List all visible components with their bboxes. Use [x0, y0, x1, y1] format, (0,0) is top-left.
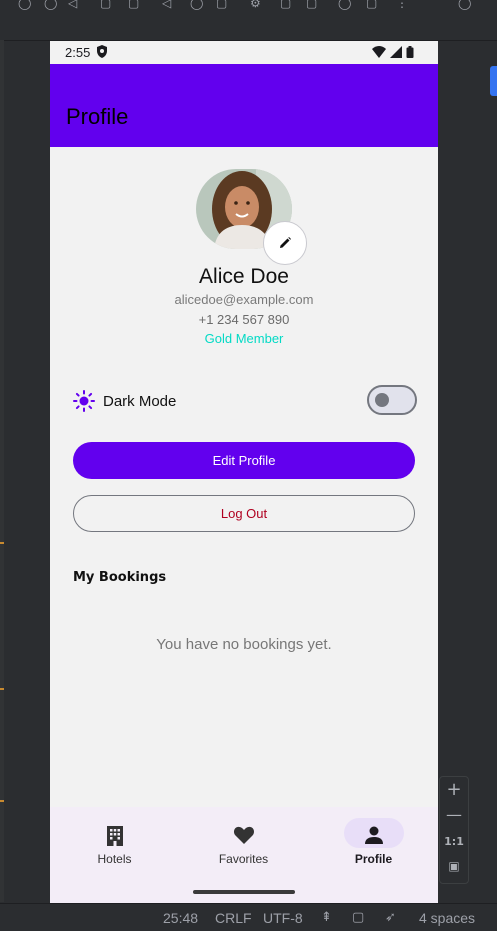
toolbar-icon[interactable]: ◯: [458, 0, 471, 10]
profile-phone: +1 234 567 890: [198, 312, 290, 327]
toolbar-icon[interactable]: ▢: [280, 0, 291, 10]
ide-status-bar: 25:48 CRLF UTF-8 ⇞ ▢ ➶ 4 spaces: [0, 903, 497, 931]
nav-label: Profile: [354, 852, 393, 866]
edit-profile-button[interactable]: Edit Profile: [73, 442, 415, 479]
signal-icon: [390, 46, 402, 58]
comment-icon[interactable]: ▢: [352, 910, 364, 925]
nav-label: Hotels: [97, 852, 132, 866]
toolbar-icon[interactable]: ▢: [306, 0, 317, 10]
gutter-marker: [0, 800, 4, 802]
edit-avatar-button[interactable]: [263, 221, 307, 265]
shield-icon: [97, 45, 107, 58]
system-status-bar: 2:55: [50, 41, 438, 64]
toolbar-icon[interactable]: ⋮: [396, 0, 408, 10]
wifi-icon: [372, 46, 386, 58]
nav-item-profile[interactable]: Profile: [309, 807, 438, 877]
toolbar-icon[interactable]: ◯: [190, 0, 203, 10]
toolbar-icon[interactable]: ◁: [162, 0, 171, 10]
dark-mode-label: Dark Mode: [103, 393, 177, 410]
toolbar-icon[interactable]: ▢: [366, 0, 377, 10]
file-encoding[interactable]: UTF-8: [263, 910, 303, 926]
side-panel-tab[interactable]: [490, 66, 497, 96]
pencil-icon: [280, 237, 291, 248]
profile-email: alicedoe@example.com: [174, 292, 314, 307]
phone-screen: 2:55 Profile Alice Doe alicedoe@example.…: [50, 41, 438, 903]
ide-toolbar: ◯ ◯ ◁ ▢ ▢ ◁ ◯ ▢ ⚙ ▢ ▢ ◯ ▢ ⋮ ◯: [0, 0, 497, 12]
nav-item-favorites[interactable]: Favorites: [179, 807, 308, 877]
cursor-position[interactable]: 25:48: [163, 910, 198, 926]
bookings-heading: My Bookings: [73, 570, 167, 585]
top-app-bar: Profile: [50, 64, 438, 147]
system-icons: [372, 46, 414, 58]
empty-bookings-text: You have no bookings yet.: [156, 636, 332, 653]
bottom-navigation: Hotels Favorites Profile: [50, 807, 438, 903]
gutter-marker: [0, 542, 4, 544]
nav-item-hotels[interactable]: Hotels: [50, 807, 179, 877]
sun-icon: [73, 390, 95, 412]
page-title: Profile: [66, 104, 129, 129]
zoom-in-icon[interactable]: +: [440, 779, 468, 800]
nav-label: Favorites: [218, 852, 269, 866]
toolbar-icon[interactable]: ◯: [44, 0, 57, 10]
hotel-icon: [106, 826, 123, 846]
rocket-icon[interactable]: ➶: [385, 910, 396, 925]
zoom-out-icon[interactable]: —: [440, 805, 468, 824]
toolbar-icon[interactable]: ◯: [338, 0, 351, 10]
battery-icon: [406, 46, 414, 58]
toolbar-icon[interactable]: ▢: [216, 0, 227, 10]
toolbar-icon[interactable]: ▢: [128, 0, 139, 10]
zoom-panel: + — 1:1 ▣: [439, 776, 469, 884]
person-icon: [364, 826, 383, 844]
zoom-ratio-button[interactable]: 1:1: [440, 835, 468, 848]
left-gutter: [0, 40, 4, 902]
log-out-button[interactable]: Log Out: [73, 495, 415, 532]
dark-mode-row: Dark Mode: [73, 385, 417, 415]
membership-badge: Gold Member: [204, 331, 284, 346]
toolbar-icon[interactable]: ⚙: [250, 0, 261, 10]
profile-name: Alice Doe: [199, 265, 289, 288]
toolbar-icon[interactable]: ◯: [18, 0, 31, 10]
toolbar-icon[interactable]: ▢: [100, 0, 111, 10]
indent-setting[interactable]: 4 spaces: [419, 910, 475, 926]
tree-icon[interactable]: ⇞: [321, 910, 332, 925]
gesture-handle[interactable]: [193, 890, 295, 894]
gutter-marker: [0, 688, 4, 690]
line-separator[interactable]: CRLF: [215, 910, 252, 926]
status-time: 2:55: [65, 45, 91, 60]
heart-icon: [233, 826, 254, 844]
toolbar-icon[interactable]: ◁: [68, 0, 77, 10]
fit-screen-icon[interactable]: ▣: [440, 859, 468, 873]
dark-mode-switch[interactable]: [367, 385, 417, 415]
switch-thumb: [375, 393, 389, 407]
